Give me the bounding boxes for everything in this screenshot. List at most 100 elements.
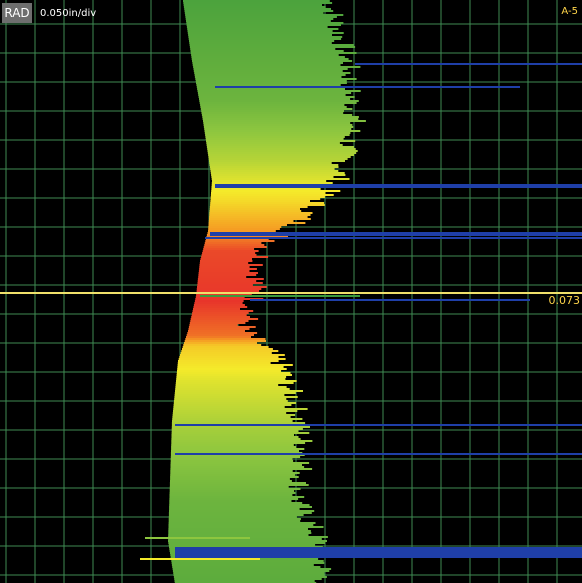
profile-bar bbox=[190, 48, 336, 50]
profile-bar bbox=[186, 20, 331, 22]
profile-bar bbox=[200, 106, 347, 108]
profile-bar bbox=[208, 156, 351, 158]
profile-bar bbox=[175, 382, 294, 384]
profile-bar bbox=[185, 338, 266, 340]
profile-bar bbox=[182, 346, 269, 348]
profile-bar bbox=[188, 326, 256, 328]
profile-bar bbox=[169, 488, 301, 490]
indication-streak bbox=[175, 453, 582, 455]
profile-bar bbox=[171, 564, 314, 566]
profile-bar bbox=[212, 180, 327, 182]
profile-bar bbox=[205, 240, 275, 242]
rad-mode-badge[interactable]: RAD bbox=[2, 3, 32, 23]
profile-bar bbox=[184, 10, 334, 12]
profile-bar bbox=[177, 364, 293, 366]
profile-bar bbox=[169, 490, 295, 492]
profile-bar bbox=[170, 470, 293, 472]
profile-bar bbox=[188, 36, 343, 38]
profile-bar bbox=[171, 562, 325, 564]
profile-bar bbox=[201, 256, 269, 258]
profile-bar bbox=[176, 380, 297, 382]
profile-bar bbox=[196, 288, 262, 290]
profile-bar bbox=[173, 410, 298, 412]
profile-bar bbox=[174, 580, 315, 582]
profile-bar bbox=[190, 52, 357, 54]
profile-bar bbox=[172, 566, 321, 568]
profile-bar bbox=[211, 182, 333, 184]
profile-bar bbox=[203, 122, 351, 124]
profile-bar bbox=[169, 486, 289, 488]
profile-bar bbox=[177, 368, 287, 370]
profile-bar bbox=[186, 334, 254, 336]
profile-bar bbox=[210, 194, 334, 196]
profile-bar bbox=[177, 370, 282, 372]
profile-bar bbox=[173, 572, 325, 574]
radial-profile-plot[interactable] bbox=[0, 0, 582, 583]
profile-bar bbox=[210, 200, 310, 202]
profile-bar bbox=[198, 274, 257, 276]
profile-bar bbox=[171, 450, 299, 452]
indication-streak bbox=[215, 86, 520, 88]
profile-bar bbox=[168, 518, 301, 520]
profile-bar bbox=[193, 304, 245, 306]
profile-bar bbox=[187, 332, 258, 334]
profile-bar bbox=[175, 390, 303, 392]
profile-bar bbox=[210, 170, 339, 172]
profile-bar bbox=[191, 54, 339, 56]
profile-bar bbox=[169, 502, 303, 504]
profile-bar bbox=[170, 478, 290, 480]
profile-bar bbox=[174, 396, 298, 398]
profile-bar bbox=[211, 178, 350, 180]
profile-bar bbox=[173, 574, 325, 576]
profile-bar bbox=[178, 358, 286, 360]
indication-streak bbox=[175, 424, 582, 426]
profile-bar bbox=[194, 300, 244, 302]
profile-bar bbox=[190, 318, 259, 320]
profile-bar bbox=[191, 56, 345, 58]
profile-bar bbox=[203, 248, 255, 250]
profile-bar bbox=[174, 394, 285, 396]
profile-bar bbox=[208, 222, 306, 224]
profile-bar bbox=[170, 464, 302, 466]
profile-bar bbox=[171, 448, 305, 450]
profile-bar bbox=[171, 560, 324, 562]
profile-bar bbox=[199, 100, 359, 102]
profile-bar bbox=[171, 434, 294, 436]
cursor-value-label: 0.073 bbox=[548, 294, 581, 307]
profile-bar bbox=[182, 348, 273, 350]
profile-bar bbox=[198, 96, 355, 98]
profile-bar bbox=[173, 408, 308, 410]
profile-bar bbox=[173, 404, 292, 406]
profile-bar bbox=[202, 116, 359, 118]
profile-bar bbox=[204, 128, 352, 130]
profile-bar bbox=[186, 22, 344, 24]
profile-bar bbox=[169, 504, 310, 506]
profile-bar bbox=[169, 498, 299, 500]
indication-streak bbox=[200, 295, 360, 297]
profile-bar bbox=[170, 458, 293, 460]
profile-bar bbox=[189, 44, 354, 46]
profile-bar bbox=[208, 228, 280, 230]
profile-bar bbox=[184, 340, 266, 342]
profile-bar bbox=[199, 266, 250, 268]
channel-label: A-5 bbox=[561, 6, 578, 17]
profile-bar bbox=[194, 72, 351, 74]
profile-bar bbox=[201, 110, 344, 112]
profile-bar bbox=[170, 474, 295, 476]
profile-bar bbox=[211, 188, 321, 190]
profile-bar bbox=[192, 60, 353, 62]
profile-bar bbox=[210, 202, 325, 204]
profile-bar bbox=[207, 148, 356, 150]
profile-bar bbox=[211, 174, 346, 176]
profile-bar bbox=[209, 162, 332, 164]
profile-bar bbox=[195, 78, 357, 80]
profile-bar bbox=[205, 136, 345, 138]
profile-bar bbox=[192, 312, 249, 314]
profile-bar bbox=[209, 160, 345, 162]
profile-bar bbox=[172, 420, 293, 422]
profile-bar bbox=[191, 316, 250, 318]
profile-bar bbox=[209, 166, 339, 168]
profile-bar bbox=[201, 112, 344, 114]
profile-bar bbox=[197, 282, 263, 284]
profile-bar bbox=[186, 336, 251, 338]
